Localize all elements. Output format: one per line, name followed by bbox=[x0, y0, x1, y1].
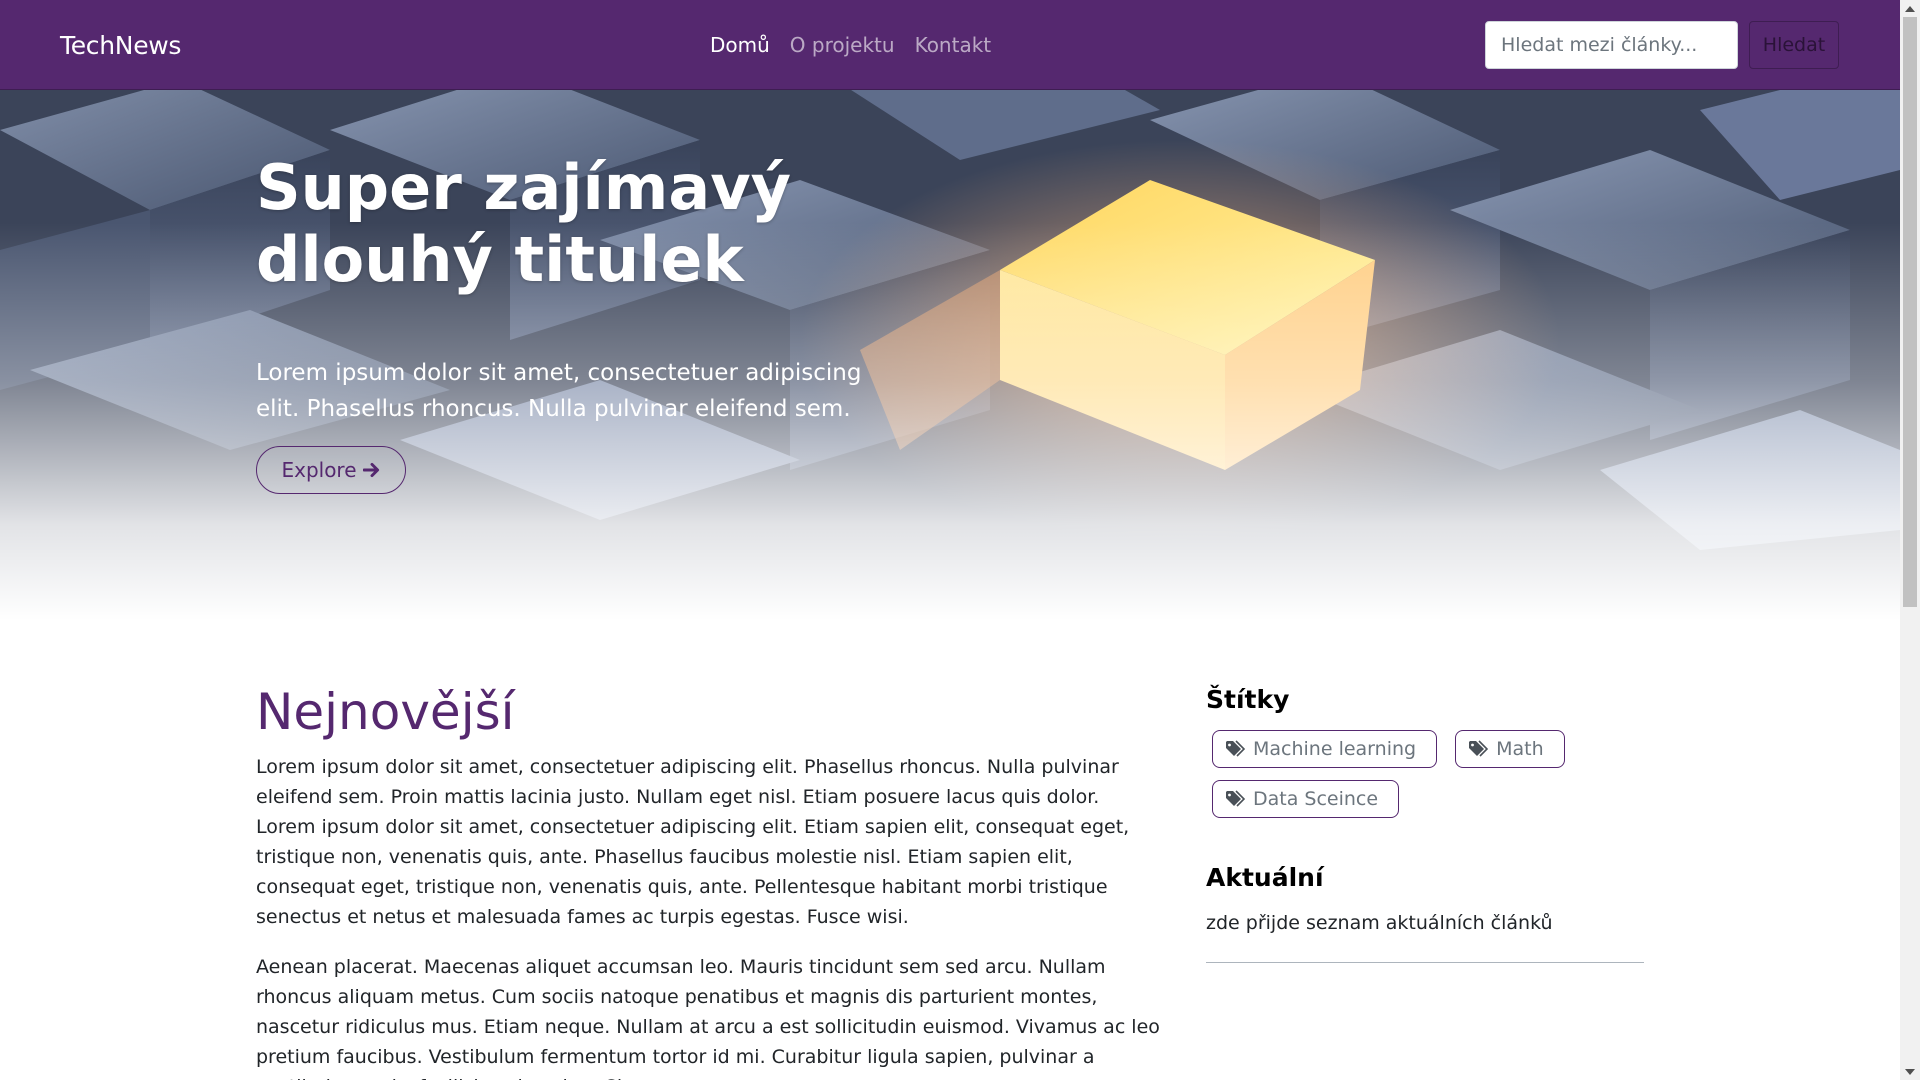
nav-link-home[interactable]: Domů bbox=[710, 33, 770, 57]
tag-label: Data Sceince bbox=[1253, 788, 1379, 810]
tags-icon bbox=[1226, 740, 1245, 757]
explore-button[interactable]: Explore bbox=[256, 446, 406, 494]
explore-button-label: Explore bbox=[281, 458, 357, 482]
tag-label: Machine learning bbox=[1253, 738, 1417, 760]
hero-title: Super zajímavý dlouhý titulek bbox=[256, 151, 792, 296]
article-paragraph: Aenean placerat. Maecenas aliquet accums… bbox=[256, 956, 1160, 1080]
scroll-up-arrow-icon[interactable] bbox=[1900, 0, 1920, 17]
hero-banner: Super zajímavý dlouhý titulek Lorem ipsu… bbox=[0, 90, 1900, 620]
brand-logo[interactable]: TechNews bbox=[60, 0, 181, 90]
article-paragraph: Lorem ipsum dolor sit amet, consectetuer… bbox=[256, 756, 1130, 928]
current-heading: Aktuální bbox=[1206, 863, 1324, 892]
tags-icon bbox=[1469, 740, 1489, 757]
scroll-down-arrow-icon[interactable] bbox=[1900, 1063, 1920, 1080]
current-articles-placeholder: zde přijde seznam aktuálních článků bbox=[1206, 912, 1553, 934]
navbar: TechNews Domů O projektu Kontakt Hledat bbox=[0, 0, 1900, 90]
main-content: Nejnovější Lorem ipsum dolor sit amet, c… bbox=[256, 680, 1161, 1080]
nav-links: Domů O projektu Kontakt bbox=[710, 0, 991, 90]
scroll-thumb[interactable] bbox=[1903, 17, 1917, 607]
arrow-right-icon bbox=[362, 462, 379, 478]
tags-heading: Štítky bbox=[1206, 685, 1290, 714]
tag-label: Math bbox=[1496, 738, 1544, 760]
hero-text: Lorem ipsum dolor sit amet, consectetuer… bbox=[256, 360, 862, 422]
tag-math[interactable]: Math bbox=[1455, 730, 1565, 768]
search-input[interactable] bbox=[1485, 21, 1738, 69]
section-title-latest: Nejnovější bbox=[256, 683, 515, 741]
tag-list: Machine learning Math Data Sceince bbox=[1206, 730, 1644, 818]
tags-icon bbox=[1226, 790, 1245, 807]
search-button[interactable]: Hledat bbox=[1749, 21, 1839, 69]
nav-link-about[interactable]: O projektu bbox=[790, 33, 895, 57]
scrollbar[interactable] bbox=[1900, 0, 1920, 1080]
tag-data-science[interactable]: Data Sceince bbox=[1212, 780, 1400, 818]
sidebar-divider bbox=[1206, 962, 1644, 963]
tag-machine-learning[interactable]: Machine learning bbox=[1212, 730, 1438, 768]
page: TechNews Domů O projektu Kontakt Hledat bbox=[0, 0, 1900, 1080]
nav-link-contact[interactable]: Kontakt bbox=[915, 33, 992, 57]
sidebar: Štítky Machine learning Math Data Sceinc… bbox=[1206, 680, 1644, 971]
